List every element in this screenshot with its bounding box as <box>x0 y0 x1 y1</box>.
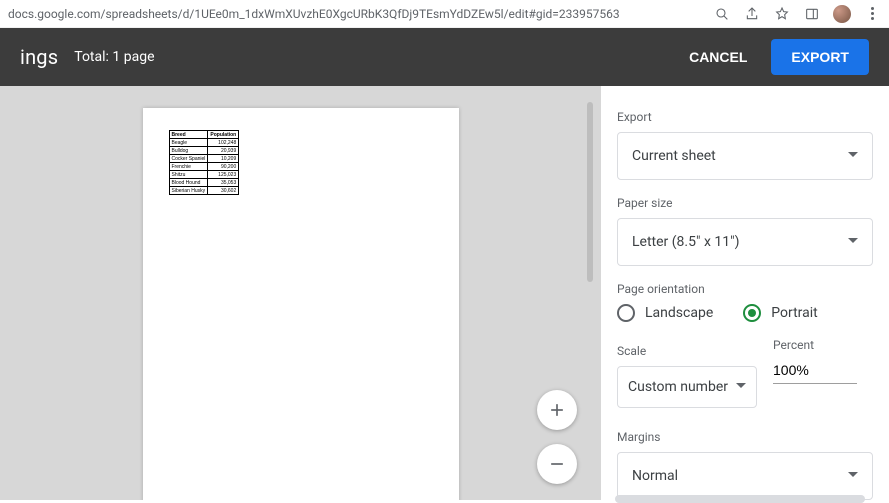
cell: 125,023 <box>208 171 239 179</box>
cell: Beagle <box>169 139 208 147</box>
portrait-radio[interactable]: Portrait <box>743 304 817 322</box>
url-text: docs.google.com/spreadsheets/d/1UEe0m_1d… <box>8 7 620 21</box>
cell: Blood Hound <box>169 179 208 187</box>
cancel-button[interactable]: CANCEL <box>673 39 763 75</box>
cell: Siberian Husky <box>169 187 208 195</box>
cell: Cocker Spaniel <box>169 155 208 163</box>
chevron-down-icon <box>736 379 746 395</box>
export-value: Current sheet <box>632 148 716 164</box>
scale-value: Custom number <box>628 379 728 395</box>
cell: 35,053 <box>208 179 239 187</box>
zoom-out-button[interactable] <box>537 444 577 484</box>
cell: 30,602 <box>208 187 239 195</box>
page-preview: BreedPopulation Beagle102,248 Bulldog20,… <box>143 108 459 500</box>
kebab-menu-icon[interactable] <box>863 5 881 23</box>
main-area: BreedPopulation Beagle102,248 Bulldog20,… <box>0 86 889 500</box>
cell: Shitzu <box>169 171 208 179</box>
margins-select[interactable]: Normal <box>617 452 873 500</box>
landscape-radio[interactable]: Landscape <box>617 304 713 322</box>
col-header: Breed <box>169 131 208 139</box>
chevron-down-icon <box>848 468 858 484</box>
preview-table: BreedPopulation Beagle102,248 Bulldog20,… <box>169 130 240 195</box>
cell: 20,939 <box>208 147 239 155</box>
portrait-label: Portrait <box>771 305 817 321</box>
zoom-controls <box>537 390 577 484</box>
cell: Bulldog <box>169 147 208 155</box>
paper-size-select[interactable]: Letter (8.5" x 11") <box>617 218 873 266</box>
bookmark-star-icon[interactable] <box>773 5 791 23</box>
cell: 10,209 <box>208 155 239 163</box>
orientation-group: Landscape Portrait <box>617 304 873 322</box>
percent-label: Percent <box>773 338 873 352</box>
panel-scrollbar[interactable] <box>615 495 865 503</box>
paper-size-label: Paper size <box>617 196 873 210</box>
sidepanel-icon[interactable] <box>803 5 821 23</box>
scale-select[interactable]: Custom number <box>617 366 757 408</box>
col-header: Population <box>208 131 239 139</box>
cell: Frenchie <box>169 163 208 171</box>
cell: 102,248 <box>208 139 239 147</box>
zoom-icon[interactable] <box>713 5 731 23</box>
preview-pane: BreedPopulation Beagle102,248 Bulldog20,… <box>0 86 601 500</box>
dialog-title: ings <box>20 45 58 69</box>
profile-avatar[interactable] <box>833 5 851 23</box>
print-header: ings Total: 1 page CANCEL EXPORT <box>0 28 889 86</box>
export-button[interactable]: EXPORT <box>771 39 869 75</box>
export-select[interactable]: Current sheet <box>617 132 873 180</box>
radio-checked-icon <box>743 304 761 322</box>
scale-label: Scale <box>617 344 757 358</box>
browser-address-bar: docs.google.com/spreadsheets/d/1UEe0m_1d… <box>0 0 889 28</box>
chevron-down-icon <box>848 148 858 164</box>
total-pages: Total: 1 page <box>74 49 154 65</box>
share-icon[interactable] <box>743 5 761 23</box>
landscape-label: Landscape <box>645 305 713 321</box>
settings-panel: Export Current sheet Paper size Letter (… <box>601 86 889 500</box>
margins-value: Normal <box>632 468 678 484</box>
radio-icon <box>617 304 635 322</box>
export-label: Export <box>617 110 873 124</box>
margins-label: Margins <box>617 430 873 444</box>
cell: 90,200 <box>208 163 239 171</box>
preview-scrollbar[interactable] <box>587 102 593 282</box>
percent-input[interactable] <box>773 356 857 384</box>
chevron-down-icon <box>848 234 858 250</box>
paper-size-value: Letter (8.5" x 11") <box>632 234 739 250</box>
zoom-in-button[interactable] <box>537 390 577 430</box>
orientation-label: Page orientation <box>617 282 873 296</box>
